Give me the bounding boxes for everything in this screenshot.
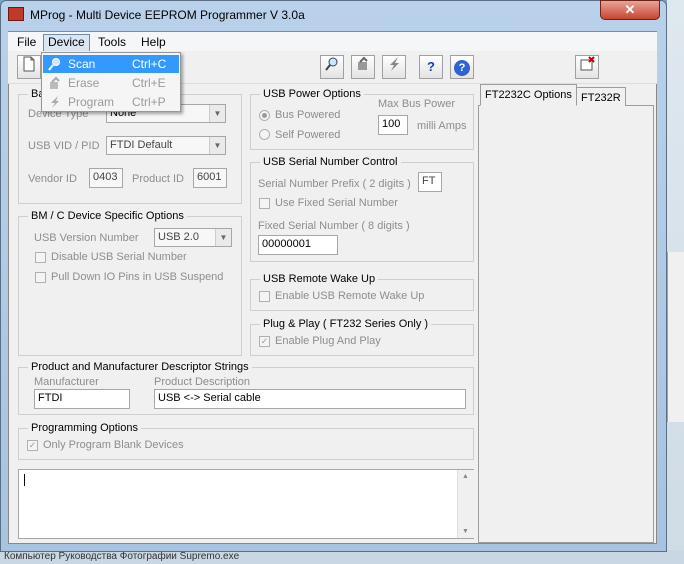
bus-powered-radio[interactable] <box>259 110 270 121</box>
erase-icon[interactable] <box>351 55 375 79</box>
menu-item-scan-shortcut: Ctrl+C <box>132 57 167 71</box>
vid-pid-select[interactable]: FTDI Default ▼ <box>106 136 226 155</box>
use-fixed-serial-label: Use Fixed Serial Number <box>275 197 398 209</box>
product-description-field[interactable]: USB <-> Serial cable <box>154 389 466 409</box>
about-glyph: ? <box>454 60 470 76</box>
magnifier-icon <box>47 57 63 71</box>
menu-item-erase-shortcut: Ctrl+E <box>132 76 166 90</box>
lightning-icon <box>47 95 63 109</box>
tab-ft232r[interactable]: FT232R <box>576 87 626 106</box>
eraser-icon <box>47 76 63 90</box>
usb-version-label: USB Version Number <box>34 232 139 244</box>
window-title: MProg - Multi Device EEPROM Programmer V… <box>30 8 305 22</box>
menu-file[interactable]: File <box>13 34 40 50</box>
serial-prefix-field[interactable]: FT <box>418 172 442 192</box>
remote-wakeup-checkbox[interactable] <box>259 291 270 302</box>
product-id-label: Product ID <box>132 173 184 185</box>
search-icon[interactable] <box>320 55 344 79</box>
app-icon <box>8 7 24 21</box>
menu-item-scan[interactable]: Scan Ctrl+C <box>43 55 179 73</box>
chevron-down-icon: ▼ <box>209 137 225 154</box>
output-log[interactable] <box>18 469 474 539</box>
scroll-up-icon[interactable]: ▲ <box>462 473 469 480</box>
product-description-label: Product Description <box>154 376 250 388</box>
max-bus-power-label: Max Bus Power <box>378 98 456 110</box>
fixed-serial-field[interactable]: 00000001 <box>258 235 338 255</box>
menu-item-program-label: Program <box>68 95 115 109</box>
usb-power-title: USB Power Options <box>260 88 364 100</box>
plug-and-play-title: Plug & Play ( FT232 Series Only ) <box>260 318 432 330</box>
disable-serial-checkbox[interactable] <box>35 252 46 263</box>
menu-item-program[interactable]: Program Ctrl+P <box>43 93 179 111</box>
help-icon[interactable]: ? <box>419 55 443 79</box>
chevron-down-icon: ▼ <box>209 105 225 122</box>
vendor-id-field[interactable]: 0403 <box>89 168 123 188</box>
only-blank-label: Only Program Blank Devices <box>43 439 184 451</box>
use-fixed-serial-checkbox[interactable] <box>259 198 270 209</box>
tab-panel <box>478 105 654 543</box>
text-cursor <box>24 474 25 486</box>
only-blank-checkbox[interactable]: ✓ <box>27 440 38 451</box>
menu-item-scan-label: Scan <box>68 57 96 71</box>
programming-options-title: Programming Options <box>28 422 141 434</box>
remote-wakeup-title: USB Remote Wake Up <box>260 273 379 285</box>
menu-item-erase[interactable]: Erase Ctrl+E <box>43 74 179 92</box>
menu-item-erase-label: Erase <box>68 76 100 90</box>
bus-powered-label: Bus Powered <box>275 109 341 121</box>
vendor-id-label: Vendor ID <box>28 173 77 185</box>
self-powered-radio[interactable] <box>259 129 270 140</box>
plug-and-play-checkbox[interactable]: ✓ <box>259 336 270 347</box>
usb-version-select[interactable]: USB 2.0 ▼ <box>154 228 232 247</box>
milli-amps-label: milli Amps <box>417 120 467 132</box>
device-menu-dropdown: Scan Ctrl+C Erase Ctrl+E Program Ctrl+P <box>41 52 181 112</box>
taskbar-strip: Компьютер Руководства Фотографии Supremo… <box>0 550 684 564</box>
about-icon[interactable]: ? <box>450 55 474 79</box>
self-powered-label: Self Powered <box>275 129 341 141</box>
fixed-serial-label: Fixed Serial Number ( 8 digits ) <box>258 220 410 232</box>
remote-wakeup-label: Enable USB Remote Wake Up <box>275 290 425 302</box>
disable-serial-label: Disable USB Serial Number <box>51 251 187 263</box>
chevron-down-icon: ▼ <box>215 229 231 246</box>
serial-number-title: USB Serial Number Control <box>260 156 401 168</box>
max-bus-power-field[interactable]: 100 <box>378 115 408 135</box>
tab-ft2232c-options[interactable]: FT2232C Options <box>480 84 577 106</box>
close-button[interactable]: ✕ <box>600 0 660 20</box>
scroll-down-icon[interactable]: ▼ <box>462 528 469 535</box>
pull-down-label: Pull Down IO Pins in USB Suspend <box>51 271 224 283</box>
usb-version-value: USB 2.0 <box>158 231 199 243</box>
vid-pid-label: USB VID / PID <box>28 140 100 152</box>
menu-item-program-shortcut: Ctrl+P <box>132 95 166 109</box>
manufacturer-label: Manufacturer <box>34 376 99 388</box>
menu-help[interactable]: Help <box>137 34 170 50</box>
menu-bar: File Device Tools Help <box>8 32 657 52</box>
menu-tools[interactable]: Tools <box>94 34 130 50</box>
log-scrollbar[interactable]: ▲ ▼ <box>457 470 474 538</box>
new-document-icon[interactable] <box>17 55 41 79</box>
close-file-icon[interactable] <box>575 55 599 79</box>
background-window <box>667 252 684 422</box>
program-icon[interactable] <box>382 55 406 79</box>
serial-prefix-label: Serial Number Prefix ( 2 digits ) <box>258 178 411 190</box>
bmc-group-title: BM / C Device Specific Options <box>28 210 187 222</box>
manufacturer-field[interactable]: FTDI <box>34 389 130 409</box>
pull-down-checkbox[interactable] <box>35 272 46 283</box>
descriptor-strings-title: Product and Manufacturer Descriptor Stri… <box>28 361 252 373</box>
product-id-field[interactable]: 6001 <box>193 168 227 188</box>
menu-device[interactable]: Device <box>43 34 90 52</box>
vid-pid-value: FTDI Default <box>110 139 173 151</box>
plug-and-play-label: Enable Plug And Play <box>275 335 381 347</box>
